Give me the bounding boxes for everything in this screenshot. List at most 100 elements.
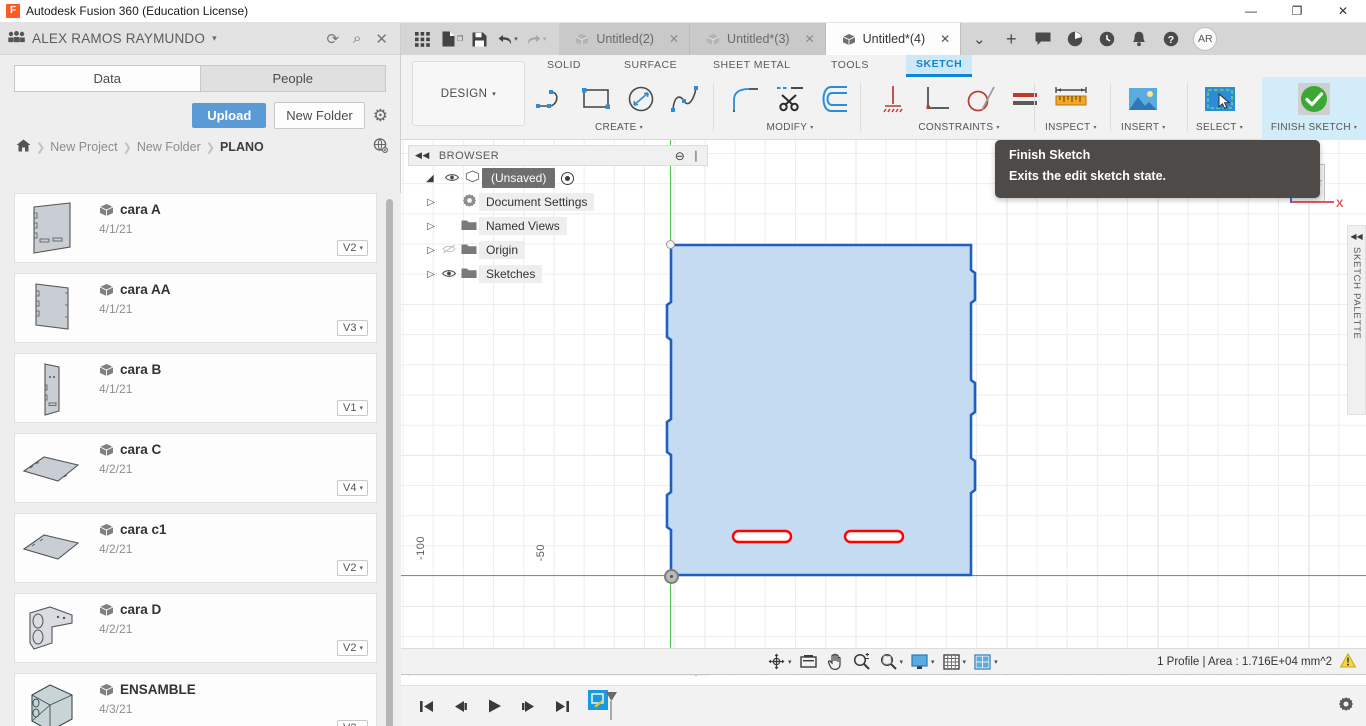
visibility-eye-icon[interactable] [442,171,462,185]
upload-button[interactable]: Upload [192,102,267,128]
ribbon-tab-sketch[interactable]: SKETCH [906,55,973,77]
ribbon-group-label-modify[interactable]: MODIFY ▾ [767,122,814,133]
chevron-down-icon[interactable]: ▾ [212,33,217,44]
expand-triangle-icon[interactable]: ▷ [423,269,439,280]
ribbon-tab-tools[interactable]: TOOLS [821,59,879,75]
item-version-dropdown[interactable]: V2 ▾ [337,720,368,726]
recent-documents-icon[interactable] [1091,25,1123,53]
globe-icon[interactable] [373,138,389,156]
select-icon[interactable] [1198,77,1242,121]
perpendicular-constraint-icon[interactable] [915,77,959,121]
close-icon[interactable]: ✕ [932,32,950,46]
item-version-dropdown[interactable]: V2 ▾ [337,240,368,256]
measure-icon[interactable] [1049,77,1093,121]
job-status-icon[interactable] [1059,25,1091,53]
timeline-next-button[interactable] [516,691,540,721]
sketch-origin-point[interactable] [664,569,679,584]
spline-tool-icon[interactable] [663,77,707,121]
minimize-button[interactable]: — [1228,0,1274,23]
ground-constraint-icon[interactable] [871,77,915,121]
list-item[interactable]: cara C 4/2/21 V4 ▾ [14,433,377,503]
data-panel-item-list[interactable]: cara A 4/1/21 V2 ▾ cara AA 4/1/21 V3 ▾ c… [0,193,401,726]
resize-grip-icon[interactable]: ❙ [691,149,701,162]
expand-triangle-icon[interactable]: ◢ [426,173,442,184]
sketch-canvas[interactable]: -100 -50 ◀◀ BROWSER ⊖ ❙ ◢ (Unsaved) ▷ Do… [401,140,1366,685]
minimize-browser-icon[interactable]: ⊖ [675,149,686,163]
viewports-icon[interactable] [969,650,996,674]
ribbon-tab-surface[interactable]: SURFACE [614,59,687,75]
rectangle-tool-icon[interactable] [575,77,619,121]
new-folder-button[interactable]: New Folder [274,101,365,129]
item-version-dropdown[interactable]: V2 ▾ [337,640,368,656]
gear-icon[interactable]: ⚙ [373,107,388,124]
browser-row-document-settings[interactable]: ▷ Document Settings [408,190,708,214]
chevron-down-icon[interactable]: ▾ [788,658,792,666]
user-name[interactable]: ALEX RAMOS RAYMUNDO [32,31,205,46]
item-version-dropdown[interactable]: V3 ▾ [337,320,368,336]
timeline-play-button[interactable] [482,691,506,721]
timeline-sketch-feature[interactable] [588,690,618,722]
ribbon-group-label-constraints[interactable]: CONSTRAINTS ▾ [918,122,999,133]
display-settings-icon[interactable] [906,650,933,674]
expand-triangle-icon[interactable]: ▷ [423,245,439,256]
item-version-dropdown[interactable]: V2 ▾ [337,560,368,576]
expand-triangle-icon[interactable]: ▷ [423,221,439,232]
trim-tool-icon[interactable] [768,77,812,121]
document-tab-untitled-4[interactable]: Untitled*(4) ✕ [825,23,962,55]
browser-row-sketches[interactable]: ▷ Sketches [408,262,708,286]
list-item[interactable]: cara c1 4/2/21 V2 ▾ [14,513,377,583]
timeline-first-button[interactable] [414,691,438,721]
offset-tool-icon[interactable] [812,77,856,121]
breadcrumb-item-new-folder[interactable]: New Folder [137,140,201,154]
tab-people[interactable]: People [199,65,386,92]
list-item[interactable]: cara B 4/1/21 V1 ▾ [14,353,377,423]
ribbon-group-label-create[interactable]: CREATE ▾ [595,122,643,133]
item-version-dropdown[interactable]: V4 ▾ [337,480,368,496]
finish-sketch-icon[interactable] [1289,77,1339,121]
browser-row-unsaved[interactable]: ◢ (Unsaved) [408,166,708,190]
close-icon[interactable]: ✕ [661,32,679,46]
collapse-left-icon[interactable]: ◀◀ [1350,232,1362,241]
line-tool-icon[interactable] [531,77,575,121]
breadcrumb-item-new-project[interactable]: New Project [50,140,117,154]
list-item[interactable]: cara D 4/2/21 V2 ▾ [14,593,377,663]
insert-image-icon[interactable] [1121,77,1165,121]
timeline-settings-gear-icon[interactable] [1338,696,1366,716]
pan-hand-icon[interactable] [822,650,848,674]
equal-constraint-icon[interactable] [1003,77,1047,121]
notifications-icon[interactable] [1123,25,1155,53]
help-icon[interactable]: ? [1155,25,1187,53]
chevron-down-icon[interactable]: ▾ [963,658,967,666]
orbit-icon[interactable] [763,650,790,674]
refresh-icon[interactable]: ⟳ [326,30,339,48]
new-tab-button[interactable]: + [995,25,1027,53]
chevron-down-icon[interactable]: ▾ [994,658,998,666]
close-panel-icon[interactable]: ✕ [375,30,388,48]
chevron-down-icon[interactable]: ▾ [931,658,935,666]
visibility-eye-off-icon[interactable] [439,243,459,257]
maximize-button[interactable]: ❐ [1274,0,1320,23]
list-item[interactable]: ENSAMBLE 4/3/21 V2 ▾ [14,673,377,726]
workspace-selector[interactable]: DESIGN ▾ [412,61,525,126]
browser-row-named-views[interactable]: ▷ Named Views [408,214,708,238]
chevron-down-icon[interactable]: ❐ [457,35,463,43]
ribbon-tab-sheet-metal[interactable]: SHEET METAL [703,59,800,75]
ribbon-group-label-insert[interactable]: INSERT ▾ [1121,122,1166,133]
app-grid-icon[interactable] [409,25,435,53]
zoom-window-icon[interactable] [875,650,902,674]
sketch-palette-panel[interactable]: ◀◀ SKETCH PALETTE [1347,225,1366,415]
fillet-tool-icon[interactable] [724,77,768,121]
browser-row-origin[interactable]: ▷ Origin [408,238,708,262]
tangent-constraint-icon[interactable] [959,77,1003,121]
avatar[interactable]: AR [1193,27,1218,51]
ribbon-group-label-select[interactable]: SELECT ▾ [1196,122,1243,133]
chevron-down-icon[interactable]: ▾ [900,658,904,666]
list-item[interactable]: cara AA 4/1/21 V3 ▾ [14,273,377,343]
home-icon[interactable] [16,139,31,155]
tab-data[interactable]: Data [14,65,200,92]
tab-overflow-dropdown-icon[interactable]: ⌄ [963,25,995,53]
data-panel-scrollbar[interactable] [386,199,393,726]
activate-component-radio[interactable] [561,171,575,185]
expand-triangle-icon[interactable]: ▷ [423,197,439,208]
search-icon[interactable]: ⌕ [353,30,361,48]
